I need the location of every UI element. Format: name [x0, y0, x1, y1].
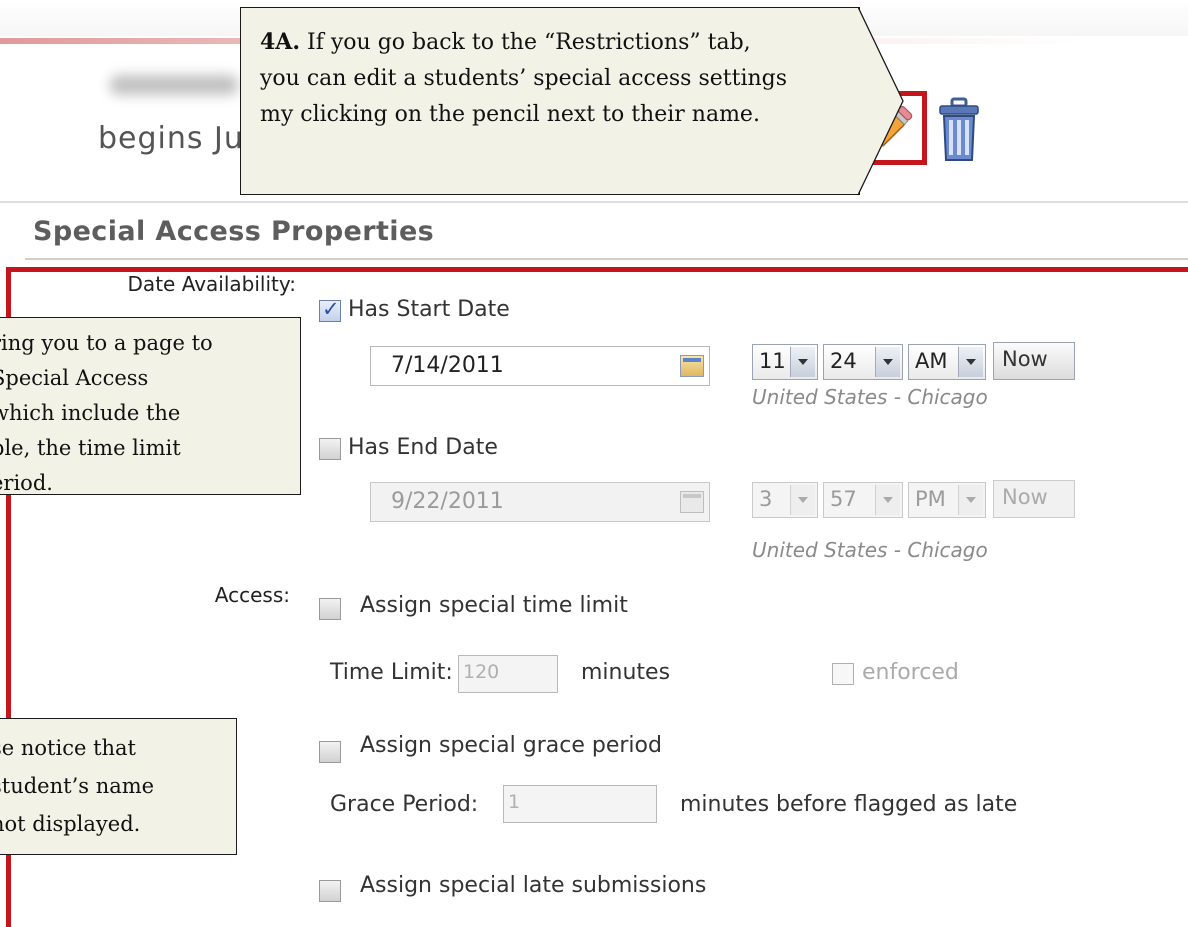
start-ampm-select[interactable]: AM	[908, 344, 986, 380]
partial-begins-text: begins Ju	[98, 121, 244, 156]
chevron-down-icon	[875, 485, 900, 515]
start-hour-select[interactable]: 11	[752, 344, 818, 380]
checkmark-icon: ✓	[322, 297, 340, 321]
callout-special-access-page: ring you to a page to Special Access whi…	[0, 317, 301, 495]
callout-line-3: my clicking on the pencil next to their …	[260, 102, 760, 127]
grace-period-label: Grace Period:	[330, 792, 479, 817]
callout-arrow	[858, 7, 904, 196]
special-time-limit-checkbox[interactable]	[319, 598, 341, 620]
date-availability-label: Date Availability:	[127, 272, 296, 296]
start-minute-select[interactable]: 24	[823, 344, 903, 380]
trash-icon[interactable]	[937, 97, 981, 163]
end-hour-select[interactable]: 3	[752, 482, 818, 518]
row-divider	[0, 201, 1188, 203]
section-title: Special Access Properties	[33, 216, 435, 247]
end-now-button[interactable]: Now	[993, 480, 1075, 518]
has-start-date-checkbox[interactable]: ✓	[319, 297, 341, 322]
has-end-date-label: Has End Date	[348, 435, 498, 460]
callout-left1-line-1: ring you to a page to	[0, 331, 213, 355]
time-limit-input[interactable]: 120	[458, 655, 558, 693]
callout-name-not-displayed: se notice that student’s name not displa…	[0, 718, 237, 855]
callout-left1-line-5: eriod.	[0, 471, 53, 495]
chevron-down-icon	[958, 485, 983, 515]
start-minute-value: 24	[830, 349, 857, 373]
special-late-submissions-checkbox[interactable]	[319, 880, 341, 902]
chevron-down-icon	[790, 485, 815, 515]
time-limit-unit: minutes	[581, 660, 671, 685]
end-minute-select[interactable]: 57	[823, 482, 903, 518]
calendar-icon[interactable]	[680, 491, 704, 513]
callout-left2-line-1: se notice that	[0, 736, 136, 760]
callout-left1-line-4: ble, the time limit	[0, 436, 181, 460]
chevron-down-icon	[790, 347, 815, 377]
special-grace-period-label: Assign special grace period	[360, 733, 662, 758]
has-start-date-label: Has Start Date	[348, 297, 510, 322]
special-time-limit-label: Assign special time limit	[360, 593, 628, 618]
callout-left2-line-3: not displayed.	[0, 812, 141, 836]
blurred-header-text	[110, 75, 238, 95]
callout-left1-line-2: Special Access	[0, 366, 149, 390]
chevron-down-icon	[958, 347, 983, 377]
special-grace-period-checkbox[interactable]	[319, 741, 341, 763]
end-hour-value: 3	[759, 487, 773, 511]
end-timezone: United States - Chicago	[752, 538, 988, 562]
callout-step-4a: 4A. If you go back to the “Restrictions”…	[240, 7, 860, 195]
start-timezone: United States - Chicago	[752, 385, 988, 409]
start-now-button[interactable]: Now	[993, 342, 1075, 380]
callout-left1-line-3: which include the	[0, 401, 181, 425]
access-label: Access:	[214, 583, 290, 607]
end-date-input[interactable]: 9/22/2011	[370, 482, 710, 522]
chevron-down-icon	[875, 347, 900, 377]
enforced-label: enforced	[862, 660, 959, 685]
has-end-date-checkbox[interactable]	[319, 438, 341, 460]
callout-step-number: 4A.	[260, 29, 301, 55]
section-divider	[25, 258, 1188, 260]
time-limit-label: Time Limit:	[330, 660, 453, 685]
callout-line-1: If you go back to the “Restrictions” tab…	[300, 30, 751, 55]
start-ampm-value: AM	[915, 349, 948, 373]
end-minute-value: 57	[830, 487, 857, 511]
end-ampm-value: PM	[915, 487, 946, 511]
grace-period-input[interactable]: 1	[503, 785, 657, 823]
callout-left2-line-2: student’s name	[0, 774, 155, 798]
start-date-input[interactable]: 7/14/2011	[370, 346, 710, 386]
end-ampm-select[interactable]: PM	[908, 482, 986, 518]
start-hour-value: 11	[759, 349, 786, 373]
enforced-checkbox[interactable]	[832, 663, 854, 685]
grace-period-unit: minutes before flagged as late	[680, 792, 1018, 817]
callout-line-2: you can edit a students’ special access …	[260, 66, 788, 91]
calendar-icon[interactable]	[680, 355, 704, 377]
special-late-submissions-label: Assign special late submissions	[360, 873, 707, 898]
